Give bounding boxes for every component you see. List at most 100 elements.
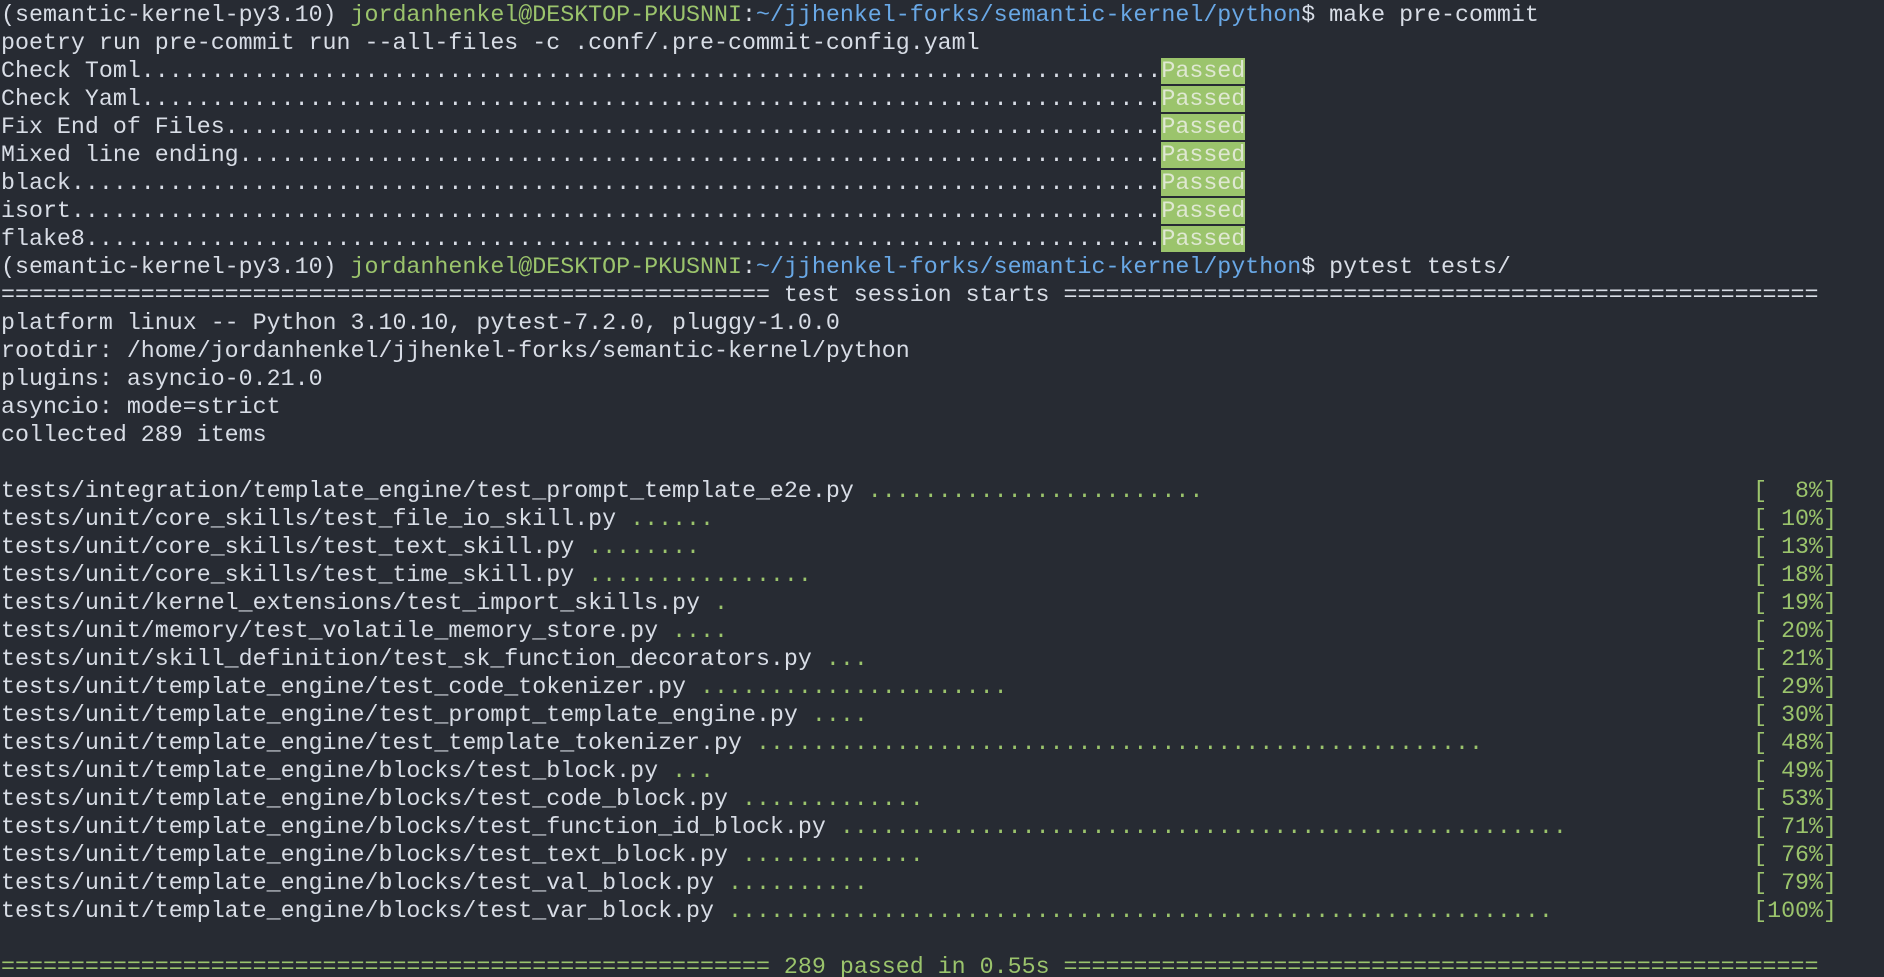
test-dots: ........................................… — [755, 730, 1483, 756]
test-progress-percent: [ 18%] — [1753, 562, 1837, 588]
prompt-line: (semantic-kernel-py3.10) jordanhenkel@DE… — [1, 253, 1511, 281]
test-progress-percent: [ 19%] — [1753, 590, 1837, 616]
test-dots: ........................................… — [728, 898, 1553, 924]
hook-name: Fix End of Files........................… — [1, 114, 1162, 140]
test-file: tests/unit/skill_definition/test_sk_func… — [1, 646, 812, 672]
passed-badge: Passed — [1161, 226, 1246, 252]
test-dots: ........ — [588, 534, 701, 560]
test-file: tests/unit/template_engine/test_code_tok… — [1, 674, 687, 700]
prompt-line: (semantic-kernel-py3.10) jordanhenkel@DE… — [1, 1, 1539, 29]
test-result-row: tests/unit/template_engine/blocks/test_b… — [1, 757, 1861, 785]
test-result-row: tests/unit/template_engine/blocks/test_c… — [1, 785, 1861, 813]
hook-row: Fix End of Files........................… — [1, 113, 1246, 141]
platform-info: platform linux -- Python 3.10.10, pytest… — [1, 310, 840, 336]
terminal-window[interactable]: (semantic-kernel-py3.10) jordanhenkel@DE… — [0, 0, 1884, 977]
test-file: tests/integration/template_engine/test_p… — [1, 478, 854, 504]
test-file: tests/unit/template_engine/blocks/test_f… — [1, 814, 826, 840]
test-dots: .... — [811, 702, 868, 728]
test-result-row: tests/unit/template_engine/blocks/test_v… — [1, 869, 1861, 897]
test-file: tests/unit/template_engine/test_template… — [1, 730, 742, 756]
passed-badge: Passed — [1161, 142, 1246, 168]
rootdir-info: rootdir: /home/jordanhenkel/jjhenkel-for… — [1, 338, 910, 364]
test-result-row: tests/unit/template_engine/test_template… — [1, 729, 1861, 757]
test-result-row: tests/unit/core_skills/test_time_skill.p… — [1, 561, 1861, 589]
precommit-run-command: poetry run pre-commit run --all-files -c… — [1, 30, 980, 56]
cwd-path: ~/jjhenkel-forks/semantic-kernel/python — [755, 254, 1302, 280]
test-result-row: tests/unit/template_engine/blocks/test_f… — [1, 813, 1861, 841]
test-file: tests/unit/template_engine/test_prompt_t… — [1, 702, 798, 728]
passed-badge: Passed — [1161, 170, 1246, 196]
test-file: tests/unit/template_engine/blocks/test_c… — [1, 786, 728, 812]
test-dots: ................ — [588, 562, 812, 588]
test-progress-percent: [ 29%] — [1753, 674, 1837, 700]
test-file: tests/unit/core_skills/test_time_skill.p… — [1, 562, 575, 588]
hook-name: flake8..................................… — [1, 226, 1162, 252]
hook-name: Mixed line ending.......................… — [1, 142, 1162, 168]
test-progress-percent: [ 8%] — [1753, 478, 1837, 504]
hook-name: black...................................… — [1, 170, 1162, 196]
venv-name: (semantic-kernel-py3.10) — [1, 2, 337, 28]
hook-row: Check Toml..............................… — [1, 57, 1246, 85]
test-dots: .......... — [728, 870, 868, 896]
summary-rule-left: ========================================… — [1, 954, 770, 977]
test-progress-percent: [ 49%] — [1753, 758, 1837, 784]
test-file: tests/unit/template_engine/blocks/test_v… — [1, 870, 715, 896]
test-result-row: tests/unit/template_engine/blocks/test_v… — [1, 897, 1861, 925]
test-file: tests/unit/kernel_extensions/test_import… — [1, 590, 701, 616]
test-progress-percent: [ 30%] — [1753, 702, 1837, 728]
session-header: ========================================… — [1, 282, 1819, 308]
hook-row: Mixed line ending.......................… — [1, 141, 1246, 169]
test-dots: ............. — [741, 842, 924, 868]
test-file: tests/unit/memory/test_volatile_memory_s… — [1, 618, 659, 644]
test-result-row: tests/unit/template_engine/test_code_tok… — [1, 673, 1861, 701]
test-dots: ...................... — [700, 674, 1008, 700]
hook-name: isort...................................… — [1, 198, 1162, 224]
test-dots: ... — [672, 758, 715, 784]
test-progress-percent: [ 53%] — [1753, 786, 1837, 812]
prompt-dollar: $ — [1301, 2, 1316, 28]
hook-name: Check Yaml..............................… — [1, 86, 1162, 112]
prompt-colon: : — [741, 254, 756, 280]
test-progress-percent: [100%] — [1753, 898, 1837, 924]
test-progress-percent: [ 48%] — [1753, 730, 1837, 756]
test-dots: ... — [825, 646, 868, 672]
test-result-row: tests/unit/memory/test_volatile_memory_s… — [1, 617, 1861, 645]
hook-row: isort...................................… — [1, 197, 1246, 225]
passed-badge: Passed — [1161, 86, 1246, 112]
test-result-row: tests/unit/template_engine/blocks/test_t… — [1, 841, 1861, 869]
summary-text: 289 passed in 0.55s — [769, 954, 1064, 977]
test-dots: ........................ — [867, 478, 1204, 504]
test-result-row: tests/unit/core_skills/test_file_io_skil… — [1, 505, 1861, 533]
summary-line: ========================================… — [1, 953, 1884, 977]
test-progress-percent: [ 79%] — [1753, 870, 1837, 896]
plugins-info: plugins: asyncio-0.21.0 — [1, 366, 323, 392]
collected-info: collected 289 items — [1, 422, 267, 448]
hook-row: Check Yaml..............................… — [1, 85, 1246, 113]
test-progress-percent: [ 20%] — [1753, 618, 1837, 644]
test-dots: ...... — [630, 506, 715, 532]
test-result-row: tests/unit/core_skills/test_text_skill.p… — [1, 533, 1861, 561]
passed-badge: Passed — [1161, 114, 1246, 140]
test-result-row: tests/unit/template_engine/test_prompt_t… — [1, 701, 1861, 729]
test-file: tests/unit/template_engine/blocks/test_v… — [1, 898, 715, 924]
test-dots: ........................................… — [839, 814, 1567, 840]
test-file: tests/unit/template_engine/blocks/test_b… — [1, 758, 659, 784]
asyncio-mode-info: asyncio: mode=strict — [1, 394, 281, 420]
test-file: tests/unit/core_skills/test_file_io_skil… — [1, 506, 617, 532]
passed-badge: Passed — [1161, 58, 1246, 84]
test-result-row: tests/unit/skill_definition/test_sk_func… — [1, 645, 1861, 673]
test-progress-percent: [ 10%] — [1753, 506, 1837, 532]
cwd-path: ~/jjhenkel-forks/semantic-kernel/python — [755, 2, 1302, 28]
hook-name: Check Toml..............................… — [1, 58, 1162, 84]
test-progress-percent: [ 71%] — [1753, 814, 1837, 840]
command-text: make pre-commit — [1329, 2, 1539, 28]
hook-row: black...................................… — [1, 169, 1246, 197]
test-progress-percent: [ 76%] — [1753, 842, 1837, 868]
venv-name: (semantic-kernel-py3.10) — [1, 254, 337, 280]
prompt-dollar: $ — [1301, 254, 1316, 280]
summary-rule-right: ========================================… — [1063, 954, 1819, 977]
test-progress-percent: [ 21%] — [1753, 646, 1837, 672]
hook-row: flake8..................................… — [1, 225, 1246, 253]
command-text: pytest tests/ — [1329, 254, 1511, 280]
test-progress-percent: [ 13%] — [1753, 534, 1837, 560]
